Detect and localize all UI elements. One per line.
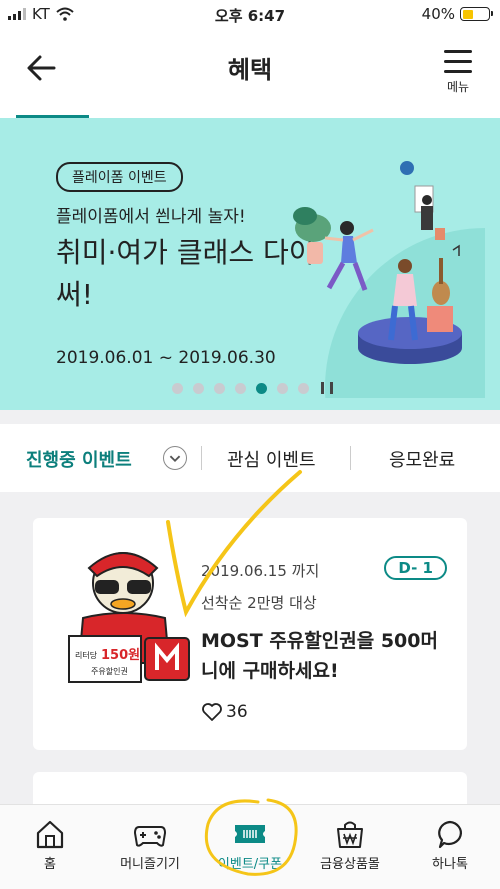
menu-label: 메뉴 xyxy=(446,80,470,94)
event-target: 선착순 2만명 대상 xyxy=(201,594,317,612)
nav-home-label: 홈 xyxy=(44,857,56,872)
carousel-dot[interactable] xyxy=(298,382,309,394)
app-header: 혜택 메뉴 xyxy=(0,30,500,118)
like-button[interactable]: 36 xyxy=(201,702,248,722)
carousel-dots[interactable] xyxy=(172,382,333,394)
nav-financial-mall-label: 금융상품몰 xyxy=(320,857,380,872)
battery-percent: 40% xyxy=(421,5,455,23)
event-thumbnail: 리터당 150원 주유할인권 xyxy=(68,552,190,683)
heart-icon xyxy=(202,703,222,721)
coupon-icon xyxy=(235,825,265,843)
page-title: 혜택 xyxy=(227,56,273,84)
pause-icon[interactable] xyxy=(321,382,333,394)
carousel-dot[interactable] xyxy=(235,382,246,394)
chat-bubble-icon xyxy=(438,820,462,849)
carousel-dot[interactable] xyxy=(277,382,288,394)
like-count: 36 xyxy=(226,702,248,722)
banner-headline: 취미·여가 클래스 다이써! xyxy=(56,236,315,311)
carousel-dot[interactable] xyxy=(214,382,225,394)
banner-dates: 2019.06.01 ~ 2019.06.30 xyxy=(56,348,276,368)
nav-events-coupons-label: 이벤트/쿠폰 xyxy=(217,857,283,872)
nav-money-fun[interactable]: 머니즐기기 xyxy=(100,819,200,872)
event-banner[interactable]: 플레이폼 이벤트 플레이폼에서 씐나게 놀자! 취미·여가 클래스 다이써! 2… xyxy=(0,118,500,410)
shopping-bag-won-icon xyxy=(337,821,363,848)
nav-financial-mall[interactable]: 금융상품몰 xyxy=(300,819,400,872)
nav-events-coupons[interactable]: 이벤트/쿠폰 xyxy=(200,819,300,872)
thumb-price: 150원 xyxy=(101,648,140,663)
hamburger-icon xyxy=(438,50,478,73)
nav-hana-talk-label: 하나톡 xyxy=(432,857,468,872)
status-bar: KT 오후 6:47 40% xyxy=(0,0,500,30)
event-card[interactable]: 리터당 150원 주유할인권 2019.06.15 까지 D- 1 선착순 2만… xyxy=(33,518,467,750)
dday-badge: D- 1 xyxy=(384,556,447,580)
tab-interest[interactable]: 관심 이벤트 xyxy=(227,446,316,472)
bottom-nav: 홈 머니즐기기 이벤트/쿠폰 금융상품몰 하나톡 xyxy=(0,804,500,889)
carousel-dot[interactable] xyxy=(172,382,183,394)
event-deadline: 2019.06.15 까지 xyxy=(201,562,320,580)
nav-hana-talk[interactable]: 하나톡 xyxy=(400,819,500,872)
gamepad-icon xyxy=(133,826,167,847)
tab-divider xyxy=(201,446,202,470)
banner-illustration xyxy=(293,161,485,398)
status-right: 40% xyxy=(421,5,493,23)
thumb-caption: 주유할인권 xyxy=(91,666,128,676)
home-icon xyxy=(36,820,64,849)
menu-button[interactable]: 메뉴 xyxy=(438,50,478,95)
carousel-dot-active[interactable] xyxy=(256,382,267,394)
tab-divider xyxy=(350,446,351,470)
thumb-caption-prefix: 리터당 xyxy=(75,650,98,660)
tab-ongoing[interactable]: 진행중 이벤트 xyxy=(26,446,132,472)
event-filter-tabs: 진행중 이벤트 관심 이벤트 응모완료 xyxy=(0,424,500,492)
event-title: MOST 주유할인권을 500머니에 구매하세요! xyxy=(201,630,438,682)
banner-subtitle: 플레이폼에서 씐나게 놀자! xyxy=(56,207,246,227)
banner-tag: 플레이폼 이벤트 xyxy=(56,162,183,192)
tab-completed[interactable]: 응모완료 xyxy=(389,446,455,472)
nav-home[interactable]: 홈 xyxy=(0,819,100,872)
battery-icon xyxy=(460,7,493,21)
nav-money-fun-label: 머니즐기기 xyxy=(120,857,180,872)
carousel-dot[interactable] xyxy=(193,382,204,394)
chevron-down-icon[interactable] xyxy=(163,446,187,470)
